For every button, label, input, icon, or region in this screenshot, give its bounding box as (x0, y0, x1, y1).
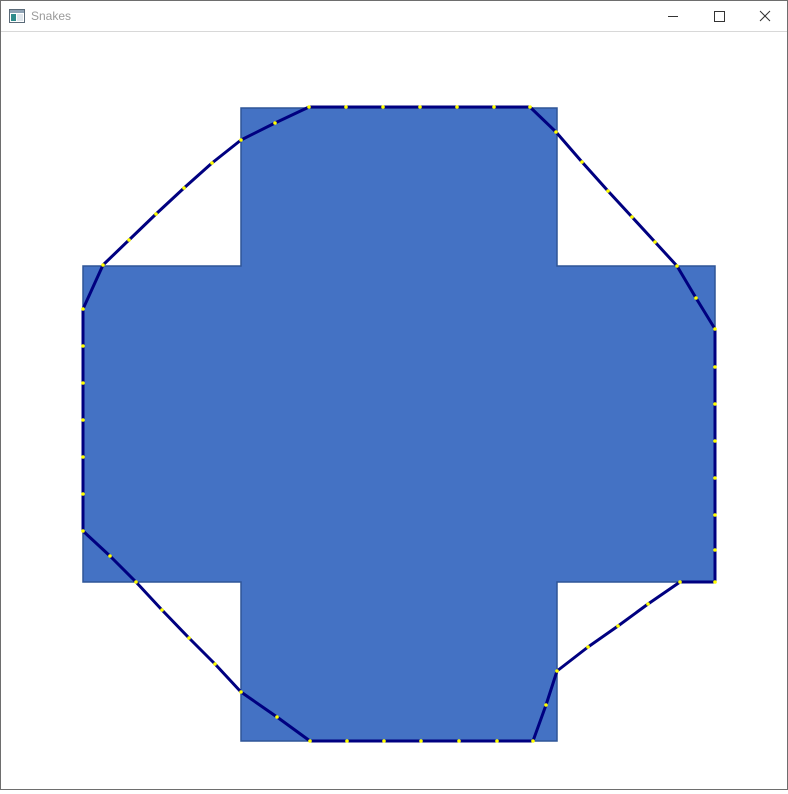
snake-point[interactable] (275, 715, 279, 719)
snake-point[interactable] (713, 513, 717, 517)
snake-point[interactable] (713, 439, 717, 443)
snake-point[interactable] (154, 212, 158, 216)
snake-point[interactable] (344, 105, 348, 109)
snake-point[interactable] (694, 296, 698, 300)
snake-point[interactable] (239, 138, 243, 142)
app-window-icon (9, 8, 25, 24)
snake-point[interactable] (492, 105, 496, 109)
snake-point[interactable] (678, 580, 682, 584)
snake-point[interactable] (381, 105, 385, 109)
snake-point[interactable] (713, 327, 717, 331)
snake-point[interactable] (81, 418, 85, 422)
snake-point[interactable] (544, 703, 548, 707)
snake-point[interactable] (646, 602, 650, 606)
snake-point[interactable] (108, 554, 112, 558)
snake-point[interactable] (418, 105, 422, 109)
snake-point[interactable] (81, 492, 85, 496)
snake-point[interactable] (713, 548, 717, 552)
snake-point[interactable] (495, 739, 499, 743)
snake-point[interactable] (134, 580, 138, 584)
scene-svg (81, 105, 717, 743)
snake-point[interactable] (457, 739, 461, 743)
snake-point[interactable] (81, 529, 85, 533)
snake-point[interactable] (273, 121, 277, 125)
window-title: Snakes (31, 9, 72, 23)
snake-point[interactable] (713, 365, 717, 369)
app-window: Snakes (0, 0, 788, 790)
snake-point[interactable] (210, 161, 214, 165)
snake-point[interactable] (554, 130, 558, 134)
snake-point[interactable] (555, 669, 559, 673)
snake-point[interactable] (308, 739, 312, 743)
maximize-button[interactable] (696, 1, 742, 31)
snake-point[interactable] (713, 476, 717, 480)
snake-point[interactable] (455, 105, 459, 109)
snake-point[interactable] (630, 215, 634, 219)
snake-point[interactable] (675, 264, 679, 268)
close-button[interactable] (742, 1, 788, 31)
snake-point[interactable] (606, 189, 610, 193)
snake-point[interactable] (239, 690, 243, 694)
snake-point[interactable] (160, 608, 164, 612)
minimize-button[interactable] (650, 1, 696, 31)
snake-point[interactable] (81, 455, 85, 459)
snake-point[interactable] (531, 739, 535, 743)
snake-point[interactable] (616, 624, 620, 628)
snake-point[interactable] (127, 238, 131, 242)
snake-point[interactable] (182, 186, 186, 190)
close-icon (759, 10, 771, 22)
snake-point[interactable] (213, 662, 217, 666)
minimize-icon (668, 16, 678, 17)
snake-point[interactable] (187, 636, 191, 640)
snake-point[interactable] (713, 402, 717, 406)
snake-point[interactable] (81, 381, 85, 385)
snake-point[interactable] (382, 739, 386, 743)
snake-point[interactable] (580, 160, 584, 164)
snake-point[interactable] (713, 580, 717, 584)
snake-point[interactable] (307, 105, 311, 109)
maximize-icon (714, 11, 725, 22)
snake-point[interactable] (345, 739, 349, 743)
snake-point[interactable] (101, 263, 105, 267)
snake-point[interactable] (528, 105, 532, 109)
drawing-canvas[interactable] (1, 32, 787, 789)
title-bar[interactable]: Snakes (1, 1, 787, 32)
snake-point[interactable] (81, 344, 85, 348)
snake-point[interactable] (419, 739, 423, 743)
snake-point[interactable] (653, 240, 657, 244)
snake-point[interactable] (81, 307, 85, 311)
snake-point[interactable] (586, 645, 590, 649)
